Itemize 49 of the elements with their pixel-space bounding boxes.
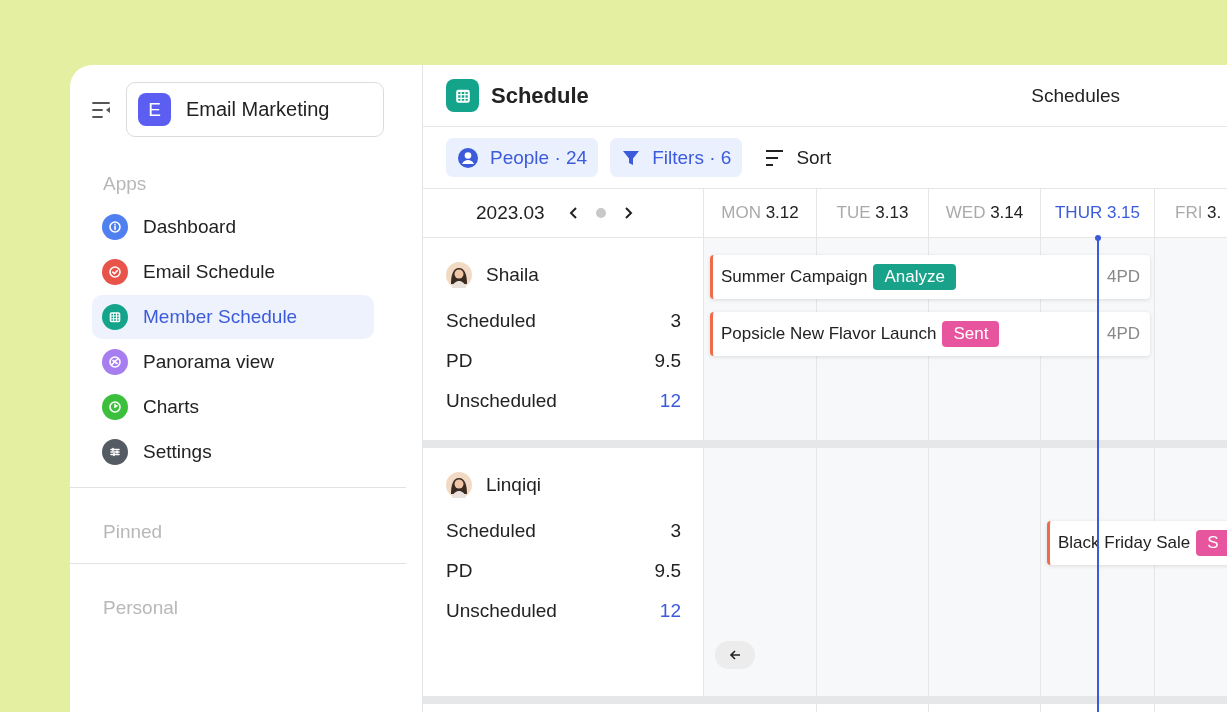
person-icon <box>457 146 479 169</box>
left-arrow-icon <box>729 649 741 661</box>
day-header: TUE 3.13 <box>817 189 929 237</box>
sort-button[interactable]: Sort <box>754 138 843 177</box>
person-name: Shaila <box>486 264 539 286</box>
avatar <box>446 262 472 288</box>
sort-icon <box>765 148 786 167</box>
person-name: Linqiqi <box>486 474 541 496</box>
people-button[interactable]: People · 24 <box>446 138 599 177</box>
stat-value: 3 <box>670 310 681 332</box>
effort-label: 4PD <box>1106 267 1140 287</box>
day-header: MON 3.12 <box>704 189 817 237</box>
stat-label: PD <box>446 560 473 582</box>
day-header: FRI 3. <box>1155 189 1227 237</box>
effort-label: 4PD <box>1106 324 1140 344</box>
stat-value: 3 <box>670 520 681 542</box>
stat-value: 9.5 <box>654 560 681 582</box>
status-tag: S <box>1196 530 1227 556</box>
filter-button[interactable]: Filters · 6 <box>610 138 743 177</box>
event-card[interactable]: Popsicle New Flavor Launch Sent 4PD <box>710 312 1150 356</box>
status-tag: Analyze <box>873 264 956 290</box>
event-card[interactable]: Summer Campaign Analyze 4PD <box>710 255 1150 299</box>
today-dot-icon[interactable] <box>594 206 607 220</box>
calendar-icon <box>446 79 479 112</box>
status-tag: Sent <box>942 321 1000 347</box>
previous-icon[interactable] <box>567 206 580 220</box>
sidebar-item[interactable]: Charts <box>92 385 374 429</box>
sidebar-item[interactable]: Email Schedule <box>92 250 374 294</box>
month-label: 2023.03 <box>476 202 545 224</box>
stat-value: 9.5 <box>654 350 681 372</box>
stat-label: Scheduled <box>446 310 536 332</box>
page-title: Schedule <box>491 82 589 109</box>
section-heading: Pinned <box>103 521 164 543</box>
section-heading: Apps <box>103 173 148 195</box>
sidebar-item[interactable]: Settings <box>92 430 374 474</box>
stat-label: Scheduled <box>446 520 536 542</box>
sidebar-item[interactable]: Member Schedule <box>92 295 374 339</box>
section-heading: Personal <box>103 597 179 619</box>
sidebar-item[interactable]: Panorama view <box>92 340 374 384</box>
avatar <box>446 472 472 498</box>
sidebar-item[interactable]: Dashboard <box>92 205 374 249</box>
stat-label: PD <box>446 350 473 372</box>
stat-link[interactable]: 12 <box>659 600 681 622</box>
day-header: WED 3.14 <box>929 189 1041 237</box>
stat-label: Unscheduled <box>446 390 557 412</box>
workspace-switcher[interactable]: E Email Marketing <box>126 82 384 137</box>
schedules-tab[interactable]: Schedules <box>1031 84 1120 107</box>
stat-label: Unscheduled <box>446 600 557 622</box>
stat-link[interactable]: 12 <box>659 390 681 412</box>
